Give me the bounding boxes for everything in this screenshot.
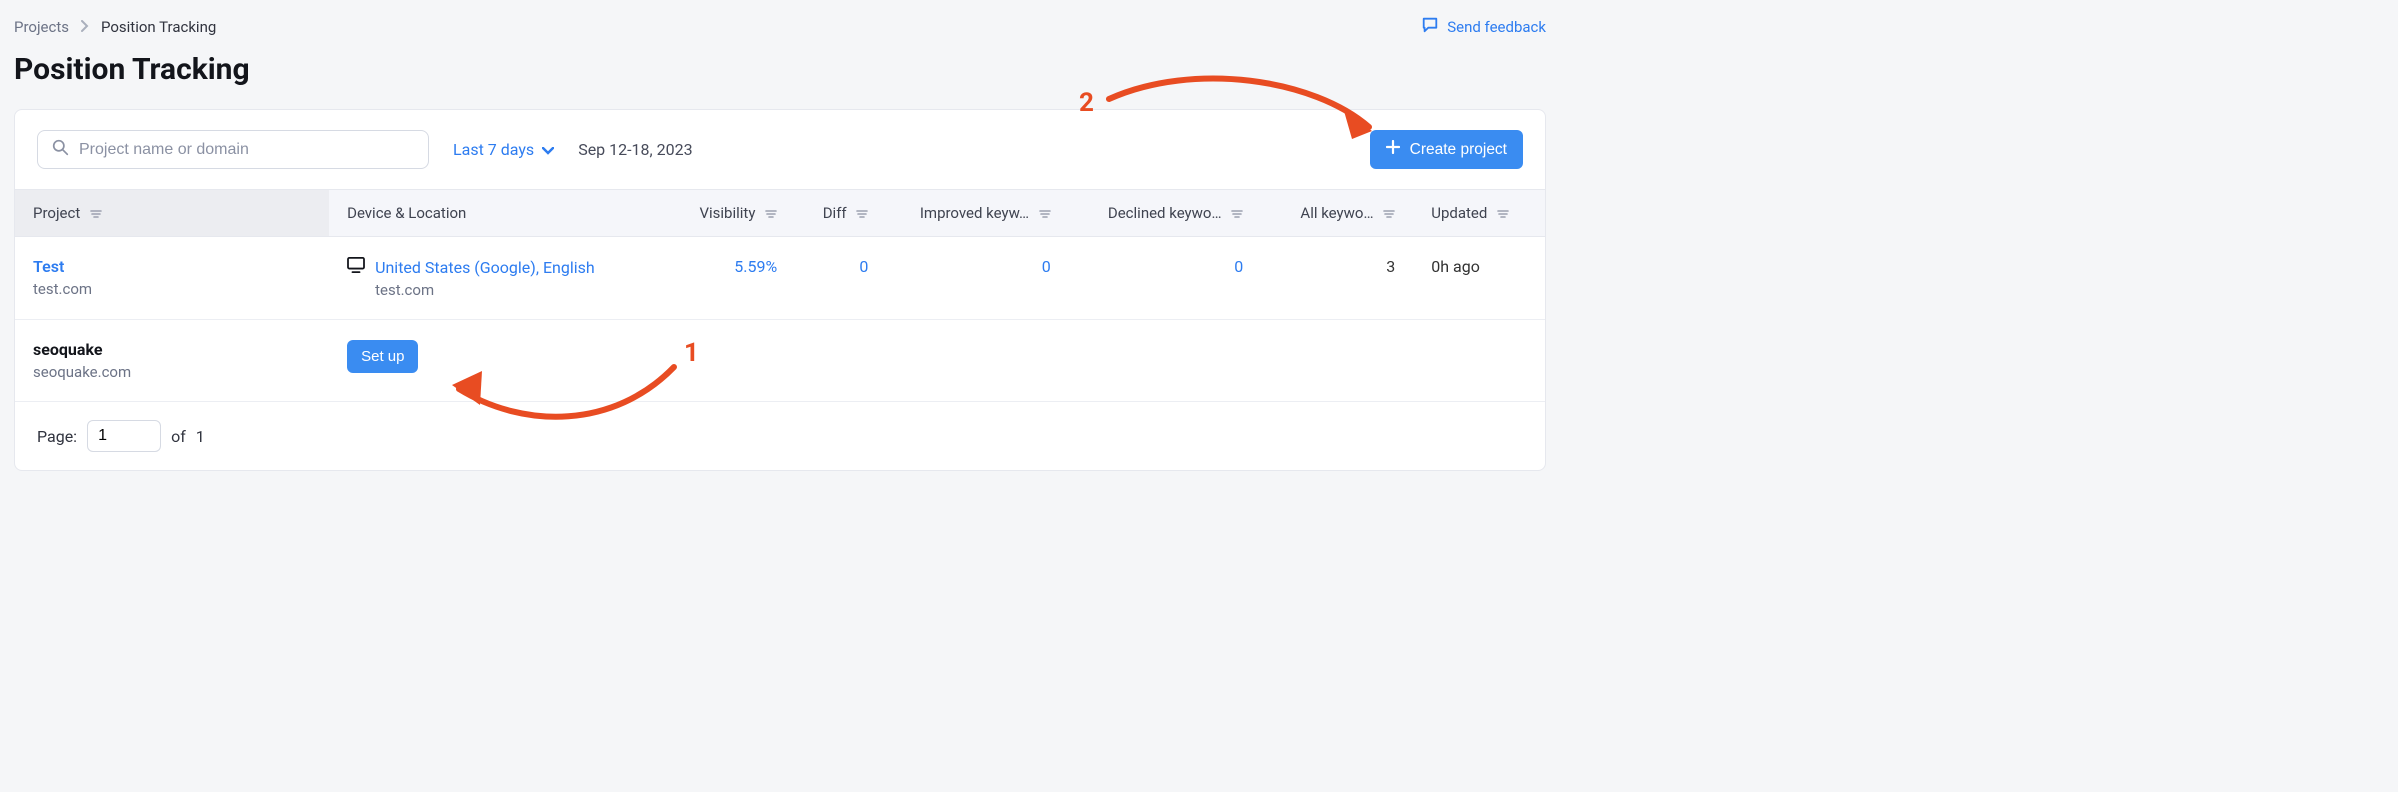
col-project[interactable]: Project: [15, 190, 329, 237]
breadcrumb-root-link[interactable]: Projects: [14, 18, 69, 36]
col-all[interactable]: All keywo…: [1261, 190, 1413, 237]
chevron-right-icon: [81, 18, 89, 36]
col-all-label: All keywo…: [1300, 204, 1373, 222]
breadcrumb-current: Position Tracking: [101, 18, 216, 36]
chevron-down-icon: [542, 140, 554, 159]
send-feedback-label: Send feedback: [1447, 18, 1546, 36]
col-updated-label: Updated: [1431, 204, 1487, 222]
col-device-location-label: Device & Location: [347, 204, 466, 222]
improved-value[interactable]: 0: [1042, 257, 1051, 276]
location-link[interactable]: United States (Google), English: [375, 258, 595, 277]
projects-table: Project Device & Location Visibility Dif…: [15, 189, 1545, 402]
col-declined[interactable]: Declined keywo…: [1069, 190, 1262, 237]
breadcrumb: Projects Position Tracking: [14, 18, 216, 36]
create-project-button[interactable]: Create project: [1370, 130, 1523, 169]
period-label: Last 7 days: [453, 140, 534, 159]
chat-icon: [1421, 16, 1439, 38]
col-device-location: Device & Location: [329, 190, 674, 237]
col-declined-label: Declined keywo…: [1108, 204, 1222, 222]
declined-value[interactable]: 0: [1234, 257, 1243, 276]
updated-value: 0h ago: [1431, 257, 1480, 276]
table-row: Test test.com United States (Google), En…: [15, 237, 1545, 320]
col-diff-label: Diff: [823, 204, 847, 222]
plus-icon: [1386, 140, 1400, 159]
sort-icon: [90, 208, 102, 220]
projects-card: Last 7 days Sep 12-18, 2023 Create proje…: [14, 109, 1546, 471]
create-project-label: Create project: [1410, 141, 1507, 159]
page-title: Position Tracking: [14, 52, 1546, 87]
sort-icon: [856, 208, 868, 220]
visibility-value[interactable]: 5.59%: [734, 257, 777, 276]
location-domain: test.com: [375, 281, 656, 299]
sort-icon: [1231, 208, 1243, 220]
all-keywords-value: 3: [1386, 257, 1395, 276]
period-selector[interactable]: Last 7 days: [453, 140, 554, 159]
col-project-label: Project: [33, 204, 80, 222]
desktop-icon: [347, 257, 365, 277]
search-input[interactable]: [79, 141, 414, 159]
search-icon: [52, 139, 69, 160]
pager-total: 1: [196, 427, 205, 446]
sort-icon: [1383, 208, 1395, 220]
sort-icon: [765, 208, 777, 220]
col-improved[interactable]: Improved keyw…: [886, 190, 1068, 237]
date-range: Sep 12-18, 2023: [578, 140, 692, 159]
col-improved-label: Improved keyw…: [920, 204, 1029, 222]
search-input-wrap[interactable]: [37, 130, 429, 169]
project-name-link[interactable]: Test: [33, 257, 311, 276]
table-row: seoquake seoquake.com Set up: [15, 320, 1545, 402]
sort-icon: [1039, 208, 1051, 220]
project-domain: test.com: [33, 280, 311, 298]
col-updated[interactable]: Updated: [1413, 190, 1545, 237]
col-visibility-label: Visibility: [699, 204, 755, 222]
pager: Page: of 1: [15, 402, 1545, 470]
col-visibility[interactable]: Visibility: [674, 190, 796, 237]
project-name: seoquake: [33, 340, 311, 359]
col-diff[interactable]: Diff: [795, 190, 886, 237]
diff-value[interactable]: 0: [859, 257, 868, 276]
send-feedback-link[interactable]: Send feedback: [1421, 16, 1546, 38]
pager-of: of: [171, 427, 186, 446]
sort-icon: [1497, 208, 1509, 220]
pager-label: Page:: [37, 427, 77, 446]
project-domain: seoquake.com: [33, 363, 311, 381]
setup-button[interactable]: Set up: [347, 340, 418, 373]
pager-input[interactable]: [87, 420, 161, 452]
